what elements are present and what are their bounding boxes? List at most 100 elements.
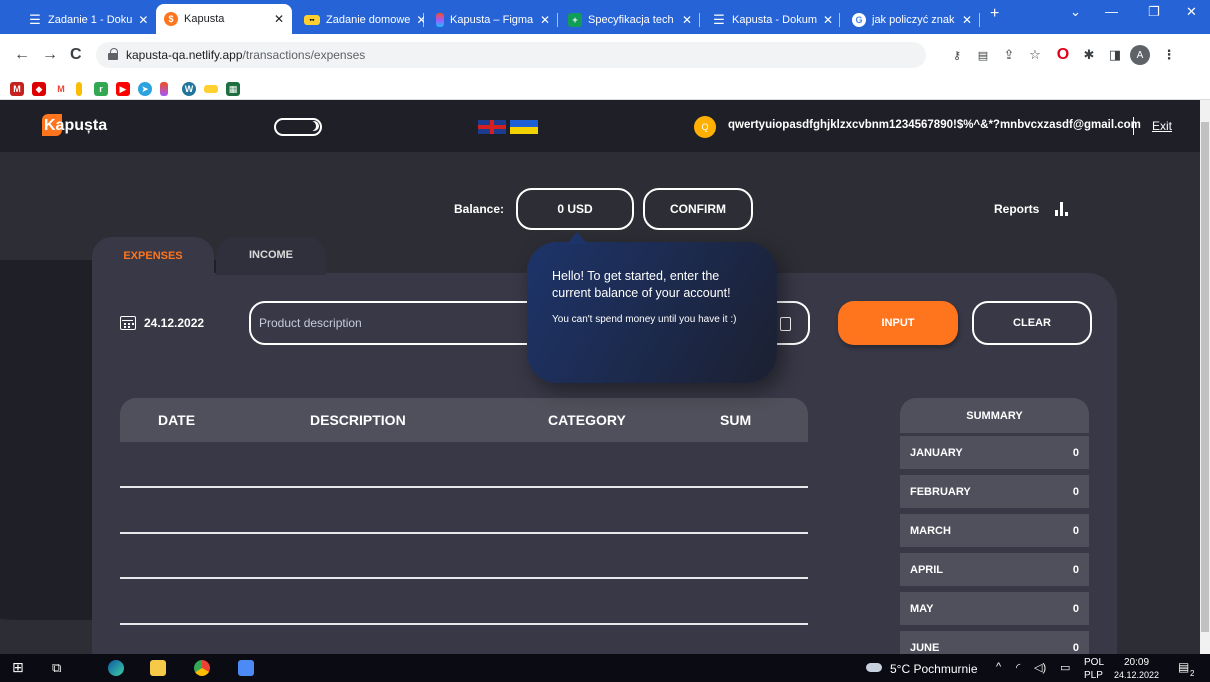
extensions-icon[interactable]: ✱ — [1080, 46, 1098, 64]
close-icon[interactable]: ✕ — [534, 13, 550, 27]
profile-avatar[interactable]: A — [1130, 45, 1150, 65]
exit-link[interactable]: Exit — [1152, 119, 1172, 133]
back-icon[interactable]: ← — [14, 46, 30, 64]
summary-row: APRIL 0 — [900, 550, 1089, 586]
summary-month: JUNE — [910, 641, 940, 654]
tab-label: Zadanie domowe — [326, 14, 411, 26]
translate-icon[interactable]: ▤ — [974, 46, 992, 64]
close-icon[interactable]: ✕ — [410, 13, 424, 27]
notification-count: 2 — [1190, 669, 1195, 678]
gmail-icon[interactable]: M — [54, 82, 68, 96]
input-button[interactable]: INPUT — [838, 301, 958, 345]
browser-tab-5[interactable]: + Specyfikacja tech ✕ — [560, 6, 700, 34]
task-view-icon[interactable]: ⧉ — [52, 660, 61, 676]
tab-label: Kapusta – Figma — [450, 14, 534, 26]
chrome-icon[interactable] — [194, 660, 210, 676]
reports-label: Reports — [994, 202, 1040, 216]
tab-expenses[interactable]: EXPENSES — [92, 237, 214, 275]
col-category: CATEGORY — [548, 412, 626, 428]
language-top[interactable]: POL — [1084, 657, 1104, 668]
clear-button[interactable]: CLEAR — [972, 301, 1092, 345]
uk-flag-icon[interactable] — [478, 120, 506, 134]
language-bottom[interactable]: PLP — [1084, 670, 1103, 681]
battery-icon[interactable]: ▭ — [1060, 661, 1070, 674]
clock-date[interactable]: 24.12.2022 — [1114, 670, 1159, 680]
clock-time[interactable]: 20:09 — [1124, 657, 1149, 668]
key-icon[interactable]: ⚷ — [948, 46, 966, 64]
figma-icon — [436, 13, 444, 27]
notification-icon[interactable]: ▤ — [1178, 660, 1189, 674]
telegram-icon[interactable]: ➤ — [138, 82, 152, 96]
browser-tab-6[interactable]: ☰ Kapusta - Dokum ✕ — [704, 6, 840, 34]
forward-icon[interactable]: → — [42, 46, 58, 64]
close-icon[interactable]: ✕ — [268, 12, 284, 26]
reload-icon[interactable]: C — [70, 46, 82, 64]
notepad-icon[interactable] — [238, 660, 254, 676]
chevron-up-icon[interactable]: ^ — [996, 661, 1001, 673]
file-explorer-icon[interactable] — [150, 660, 166, 676]
onboarding-tooltip: Hello! To get started, enter the current… — [527, 232, 777, 383]
bookmark-emblem-icon[interactable]: ◆ — [32, 82, 46, 96]
weather-text[interactable]: 5°C Pochmurnie — [890, 662, 978, 676]
logo[interactable]: Kapușta — [40, 114, 107, 138]
edge-icon[interactable] — [108, 660, 124, 676]
opera-icon[interactable]: O — [1054, 46, 1072, 64]
reports-link[interactable]: Reports — [994, 202, 1069, 216]
tab-label: jak policzyć znak — [872, 14, 955, 26]
bookmark-r-icon[interactable]: r — [94, 82, 108, 96]
youtube-icon[interactable]: ▶ — [116, 82, 130, 96]
date-value: 24.12.2022 — [144, 316, 205, 330]
tab-label: Kapusta — [184, 13, 225, 25]
close-icon[interactable]: ✕ — [676, 13, 692, 27]
cloud-icon — [866, 663, 882, 672]
restore-icon[interactable]: ❐ — [1148, 4, 1160, 20]
browser-tab-1[interactable]: ☰ Zadanie 1 - Doku ✕ — [20, 6, 154, 34]
volume-icon[interactable]: ◁) — [1034, 661, 1046, 674]
bookmark-bar-icon[interactable] — [76, 82, 82, 96]
date-picker[interactable]: 24.12.2022 — [120, 316, 204, 330]
tab-search-icon[interactable]: ⌄ — [1070, 4, 1081, 20]
star-icon[interactable]: ☆ — [1026, 46, 1044, 64]
network-icon[interactable]: ◜ — [1016, 661, 1020, 674]
bookmark-grid-icon[interactable]: ▦ — [226, 82, 240, 96]
browser-tab-7[interactable]: G jak policzyć znak ✕ — [844, 6, 980, 34]
miro-icon[interactable] — [204, 85, 218, 93]
windows-start-icon[interactable]: ⊞ — [12, 659, 24, 676]
browser-tab-kapusta[interactable]: $ Kapusta ✕ — [156, 4, 292, 34]
close-icon[interactable]: ✕ — [132, 13, 148, 27]
summary-row: MAY 0 — [900, 589, 1089, 625]
balance-input[interactable]: 0 USD — [516, 188, 634, 230]
tab-label: Kapusta - Dokum — [732, 14, 817, 26]
theme-toggle[interactable] — [274, 118, 322, 136]
bar-chart-icon — [1055, 202, 1069, 216]
bookmark-m-icon[interactable]: M — [10, 82, 24, 96]
new-tab-button[interactable]: + — [990, 5, 999, 23]
summary-value: 0 — [1072, 524, 1079, 537]
close-icon[interactable]: ✕ — [817, 13, 833, 27]
share-icon[interactable]: ⇪ — [1000, 46, 1018, 64]
summary-row: JANUARY 0 — [900, 433, 1089, 469]
close-window-icon[interactable]: ✕ — [1186, 4, 1197, 20]
summary-value: 0 — [1072, 485, 1079, 498]
browser-tab-3[interactable]: ▪▪ Zadanie domowe ✕ — [296, 6, 424, 34]
confirm-button[interactable]: CONFIRM — [643, 188, 753, 230]
moon-icon — [306, 121, 316, 131]
scrollbar-thumb[interactable] — [1201, 122, 1209, 632]
sidepanel-icon[interactable]: ◨ — [1106, 46, 1124, 64]
user-avatar: Q — [694, 116, 716, 138]
ukraine-flag-icon[interactable] — [510, 120, 538, 134]
figma-icon[interactable] — [160, 82, 168, 96]
product-description-input[interactable] — [249, 301, 529, 345]
summary-row: MARCH 0 — [900, 511, 1089, 547]
minimize-icon[interactable]: — — [1105, 4, 1118, 19]
wordpress-icon[interactable]: W — [182, 82, 196, 96]
menu-icon[interactable]: ⋮ — [1160, 46, 1178, 64]
close-icon[interactable]: ✕ — [956, 13, 972, 27]
summary-month: APRIL — [910, 563, 943, 576]
browser-tab-bar: ☰ Zadanie 1 - Doku ✕ $ Kapusta ✕ ▪▪ Zada… — [0, 0, 1210, 34]
tab-income[interactable]: INCOME — [216, 237, 326, 275]
page-scrollbar[interactable] — [1200, 100, 1210, 654]
address-bar[interactable]: kapusta-qa.netlify.app/transactions/expe… — [96, 42, 926, 68]
miro-icon: ▪▪ — [304, 15, 320, 25]
browser-tab-4[interactable]: Kapusta – Figma ✕ — [428, 6, 558, 34]
